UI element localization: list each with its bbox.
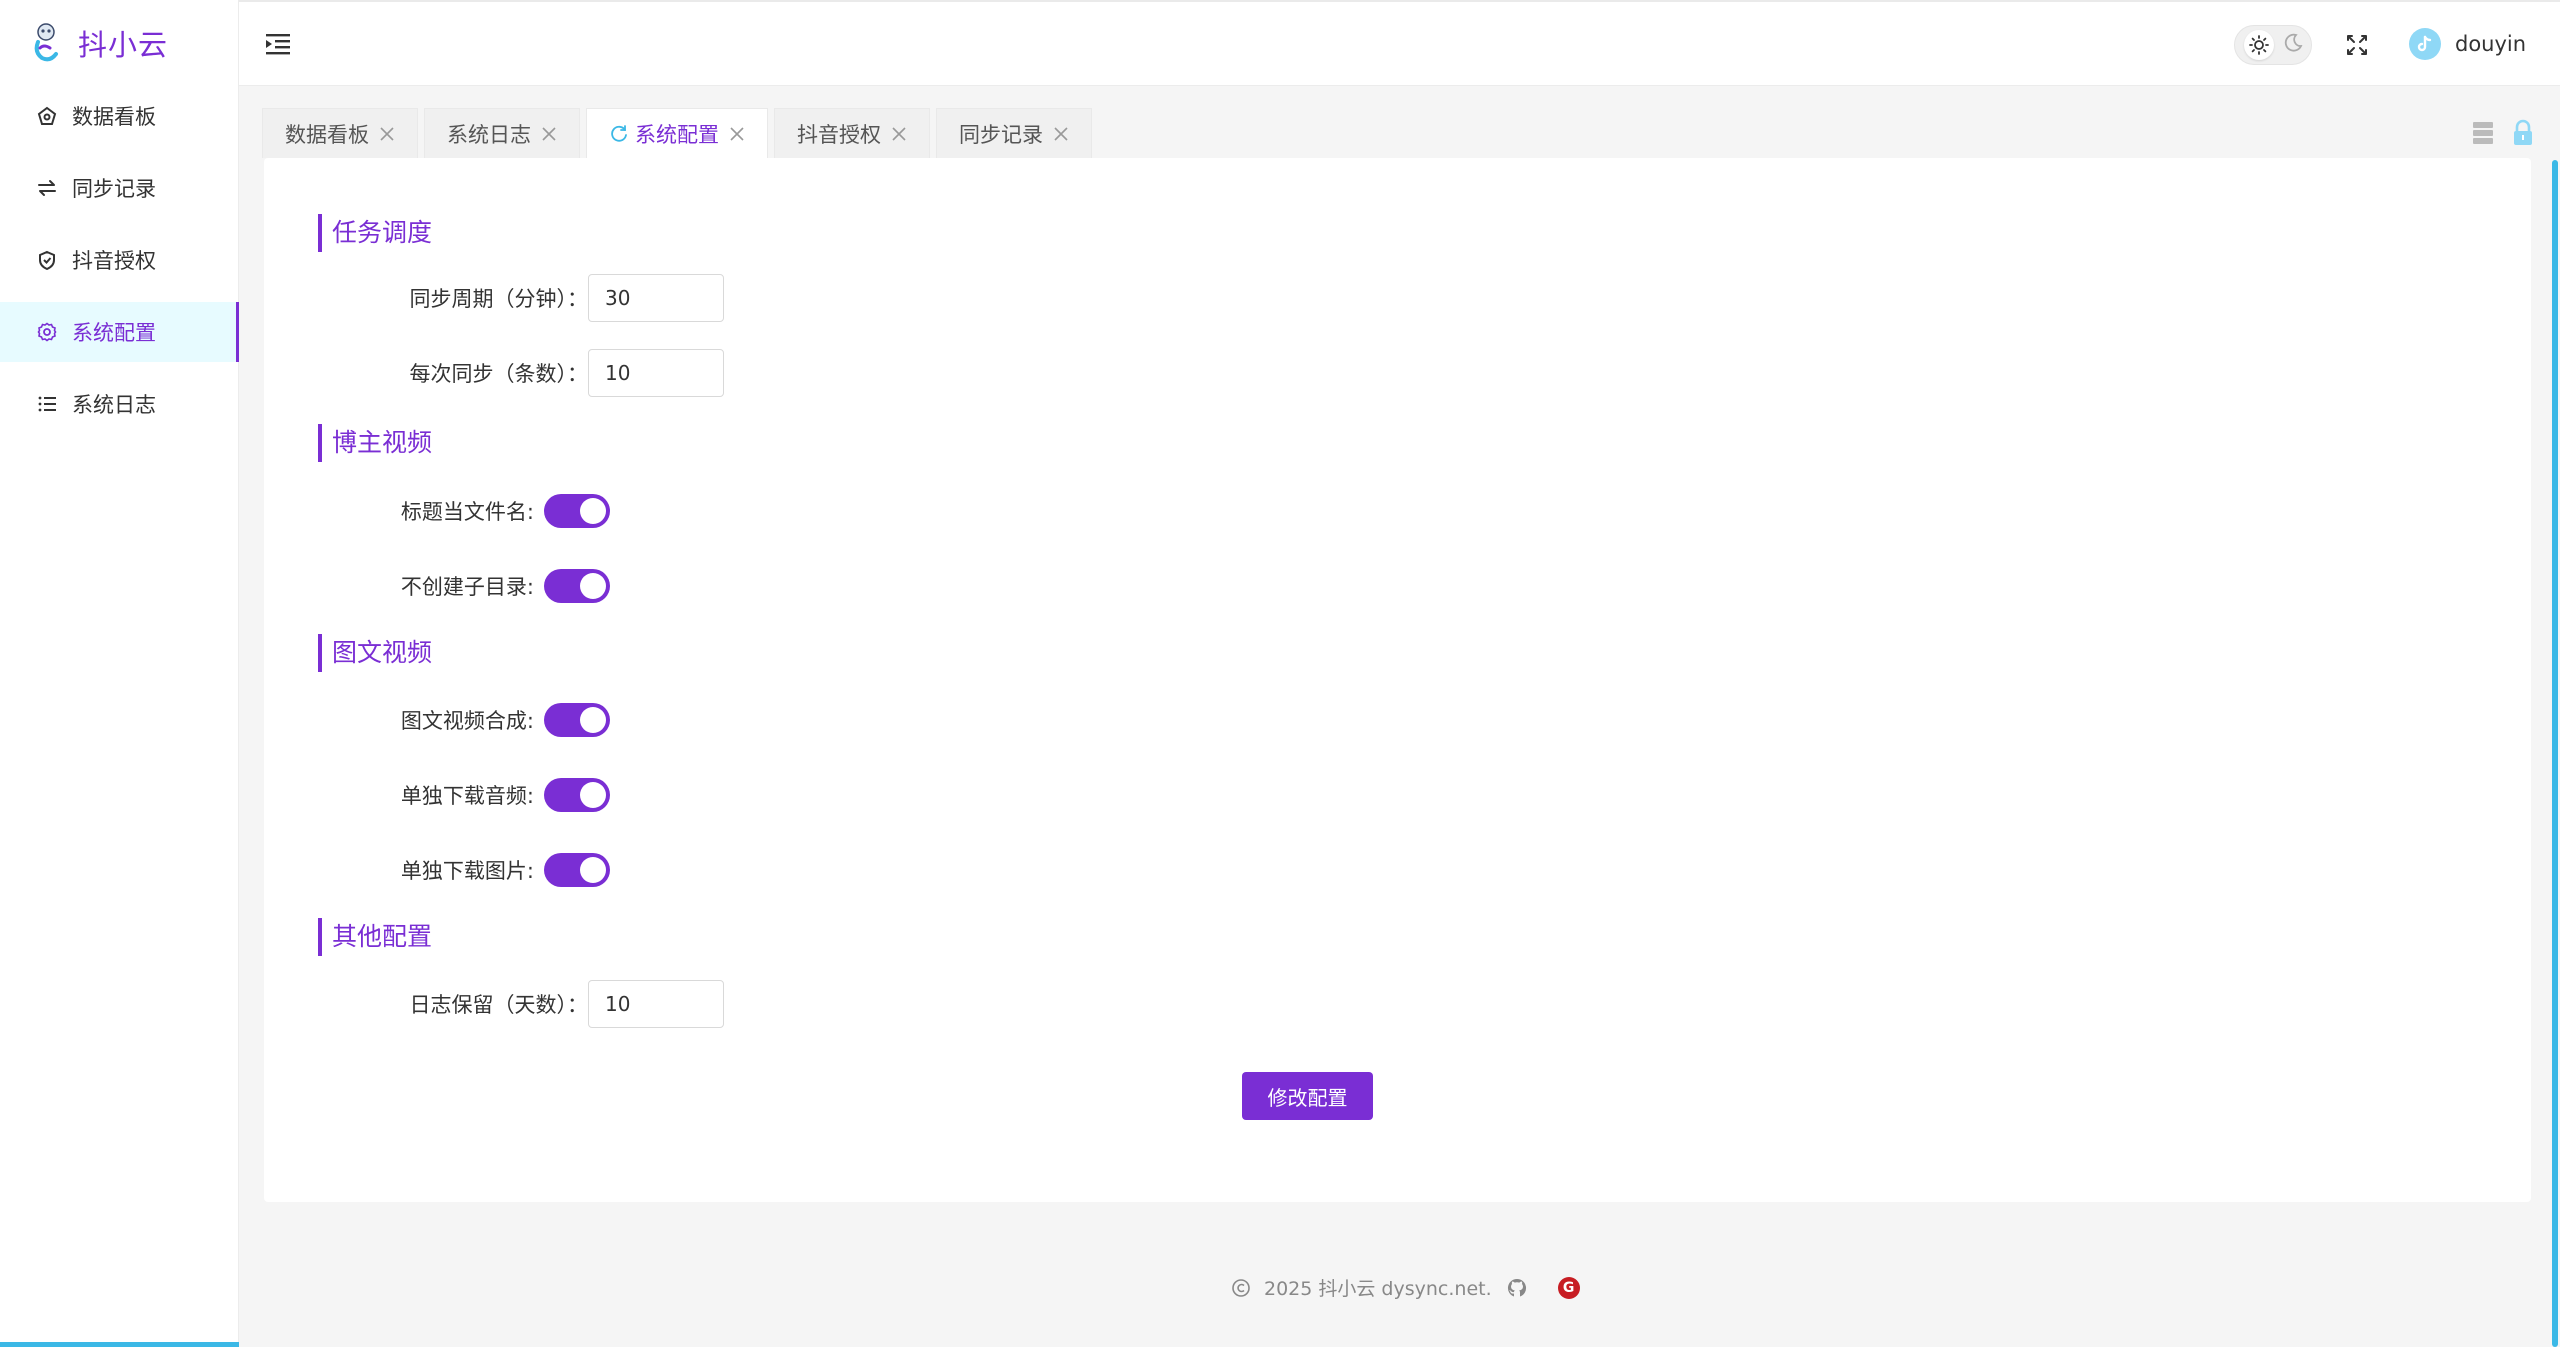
- tab-list-icon[interactable]: [2472, 120, 2494, 146]
- log-keep-label: 日志保留（天数）：: [409, 993, 589, 1017]
- form-row-compose: 图文视频合成:: [394, 703, 610, 737]
- github-icon[interactable]: [1506, 1277, 1528, 1299]
- list-icon: [36, 393, 58, 415]
- brand-name: 抖小云: [78, 28, 169, 62]
- gitee-icon[interactable]: G: [1557, 1276, 1580, 1299]
- form-row-image: 单独下载图片:: [394, 853, 610, 887]
- title-as-filename-switch[interactable]: [544, 494, 610, 528]
- section-title-task: 任务调度: [318, 214, 432, 252]
- top-header: douyin: [239, 0, 2560, 86]
- brand[interactable]: 抖小云: [0, 0, 238, 86]
- sync-period-input[interactable]: [588, 274, 724, 322]
- section-title-other: 其他配置: [318, 918, 432, 956]
- close-icon[interactable]: [541, 126, 557, 142]
- sidebar-item-label: 系统日志: [72, 393, 156, 417]
- sidebar-menu: 数据看板 同步记录 抖音授权 系统配置 系统日志: [0, 86, 239, 434]
- config-panel: 任务调度 同步周期（分钟）： 每次同步（条数）： 博主视频 标题当文件名: 不创…: [264, 158, 2531, 1202]
- audio-switch[interactable]: [544, 778, 610, 812]
- tab-dashboard[interactable]: 数据看板: [262, 108, 418, 158]
- sidebar-item-system-log[interactable]: 系统日志: [0, 374, 238, 434]
- sidebar-item-system-config[interactable]: 系统配置: [0, 302, 239, 362]
- form-row-audio: 单独下载音频:: [394, 778, 610, 812]
- sidebar-bottom-bar: [0, 1342, 239, 1347]
- switch-knob: [580, 782, 606, 808]
- close-icon[interactable]: [891, 126, 907, 142]
- menu-collapse-icon[interactable]: [264, 31, 292, 57]
- close-icon[interactable]: [729, 126, 745, 142]
- sidebar-item-dashboard[interactable]: 数据看板: [0, 86, 238, 146]
- switch-knob: [580, 707, 606, 733]
- close-icon[interactable]: [379, 126, 395, 142]
- tab-label: 抖音授权: [797, 122, 881, 147]
- sync-arrows-icon: [36, 177, 58, 199]
- save-config-button[interactable]: 修改配置: [1242, 1072, 1373, 1120]
- tab-label: 系统日志: [447, 122, 531, 147]
- logo-icon: [34, 23, 58, 62]
- avatar[interactable]: [2409, 28, 2441, 60]
- shield-check-icon: [36, 249, 58, 271]
- image-switch[interactable]: [544, 853, 610, 887]
- sidebar-item-douyin-auth[interactable]: 抖音授权: [0, 230, 238, 290]
- no-subdir-switch[interactable]: [544, 569, 610, 603]
- audio-label: 单独下载音频:: [400, 784, 534, 808]
- switch-knob: [580, 857, 606, 883]
- tab-system-log[interactable]: 系统日志: [424, 108, 580, 158]
- refresh-icon[interactable]: [609, 124, 629, 144]
- section-title-image-video: 图文视频: [318, 634, 432, 672]
- dashboard-icon: [36, 105, 58, 127]
- log-keep-input[interactable]: [588, 980, 724, 1028]
- sidebar: 抖小云 数据看板 同步记录 抖音授权 系统配置 系统日志: [0, 0, 239, 1347]
- tab-label: 数据看板: [285, 122, 369, 147]
- copyright-icon: [1230, 1277, 1252, 1299]
- tab-label: 同步记录: [959, 122, 1043, 147]
- form-row-sync-period: 同步周期（分钟）：: [400, 274, 724, 322]
- close-icon[interactable]: [1053, 126, 1069, 142]
- form-row-log-keep: 日志保留（天数）：: [400, 980, 724, 1028]
- footer: 2025 抖小云 dysync.net. G: [1230, 1274, 1580, 1301]
- form-row-title-as-filename: 标题当文件名:: [394, 494, 610, 528]
- user-menu[interactable]: douyin: [2409, 28, 2526, 60]
- tabs-bar: 数据看板 系统日志 系统配置 抖音授权 同步记录: [262, 108, 1098, 158]
- fullscreen-icon[interactable]: [2346, 34, 2368, 56]
- scrollbar[interactable]: [2552, 160, 2558, 1347]
- tab-label: 系统配置: [635, 122, 719, 147]
- no-subdir-label: 不创建子目录:: [400, 575, 534, 599]
- tab-system-config[interactable]: 系统配置: [586, 108, 768, 158]
- sync-period-label: 同步周期（分钟）：: [409, 287, 589, 311]
- lock-icon[interactable]: [2512, 119, 2534, 147]
- section-title-blogger: 博主视频: [318, 424, 432, 462]
- per-sync-label: 每次同步（条数）：: [409, 362, 589, 386]
- username[interactable]: douyin: [2455, 32, 2526, 56]
- sidebar-item-sync-records[interactable]: 同步记录: [0, 158, 238, 218]
- switch-knob: [580, 573, 606, 599]
- gear-icon: [36, 321, 58, 343]
- compose-label: 图文视频合成:: [400, 709, 534, 733]
- image-label: 单独下载图片:: [400, 859, 534, 883]
- sidebar-item-label: 同步记录: [72, 177, 156, 201]
- form-row-per-sync: 每次同步（条数）：: [400, 349, 724, 397]
- sidebar-item-label: 系统配置: [72, 321, 156, 345]
- sun-icon[interactable]: [2243, 30, 2274, 60]
- sidebar-item-label: 抖音授权: [72, 249, 156, 273]
- per-sync-input[interactable]: [588, 349, 724, 397]
- moon-icon[interactable]: [2283, 33, 2303, 57]
- form-row-no-subdir: 不创建子目录:: [394, 569, 610, 603]
- compose-switch[interactable]: [544, 703, 610, 737]
- title-as-filename-label: 标题当文件名:: [400, 500, 534, 524]
- tab-douyin-auth[interactable]: 抖音授权: [774, 108, 930, 158]
- switch-knob: [580, 498, 606, 524]
- sidebar-item-label: 数据看板: [72, 105, 156, 129]
- tab-sync-records[interactable]: 同步记录: [936, 108, 1092, 158]
- theme-toggle[interactable]: [2234, 25, 2312, 65]
- footer-text: 2025 抖小云 dysync.net.: [1264, 1278, 1492, 1300]
